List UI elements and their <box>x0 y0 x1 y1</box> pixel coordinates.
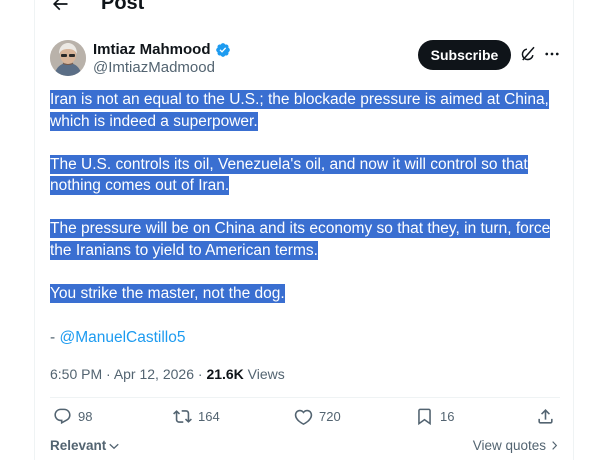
post-time[interactable]: 6:50 PM <box>50 366 102 382</box>
reply-count: 98 <box>78 409 93 424</box>
author-block: Imtiaz Mahmood @ImtiazMadmood <box>93 41 231 76</box>
avatar[interactable] <box>50 40 86 76</box>
post-text-line: You strike the master, not the dog. <box>50 283 285 303</box>
repost-count: 164 <box>198 409 220 424</box>
mention-link[interactable]: @ManuelCastillo5 <box>59 329 185 346</box>
chevron-down-icon <box>109 443 119 449</box>
back-arrow-icon[interactable] <box>50 0 70 14</box>
like-count: 720 <box>319 409 341 424</box>
sort-dropdown[interactable]: Relevant <box>50 438 120 453</box>
page-title: Post <box>101 0 145 14</box>
share-icon <box>538 409 553 424</box>
bookmark-count: 16 <box>440 409 455 424</box>
like-button[interactable]: 720 <box>294 407 341 426</box>
post-paragraph: The U.S. controls its oil, Venezuela's o… <box>50 154 565 197</box>
action-bar: 98 164 720 16 <box>50 407 560 431</box>
share-button[interactable] <box>536 407 555 426</box>
avatar-image <box>50 40 86 76</box>
chevron-right-icon <box>552 441 558 450</box>
verified-badge-icon <box>215 42 230 57</box>
grok-icon[interactable] <box>519 45 537 63</box>
post-meta: 6:50 PM · Apr 12, 2026 · 21.6K Views <box>50 366 285 382</box>
views-count: 21.6K <box>206 366 244 382</box>
post-body: Iran is not an equal to the U.S.; the bl… <box>50 89 565 326</box>
reply-button[interactable]: 98 <box>53 407 92 426</box>
divider <box>50 397 560 398</box>
sort-label: Relevant <box>50 438 107 453</box>
post-column: Post Imtiaz Mahmood @ImtiazMadmood Subsc… <box>34 0 574 460</box>
bookmark-icon <box>418 408 431 426</box>
post-date[interactable]: Apr 12, 2026 <box>114 366 194 382</box>
subscribe-button[interactable]: Subscribe <box>418 40 511 70</box>
repost-icon <box>173 410 192 423</box>
meta-separator: · <box>193 366 207 382</box>
post-paragraph: You strike the master, not the dog. <box>50 283 565 305</box>
views-label: Views <box>243 366 285 382</box>
author-name[interactable]: Imtiaz Mahmood <box>93 41 211 58</box>
mention-line: - @ManuelCastillo5 <box>50 329 185 347</box>
more-icon[interactable] <box>543 45 561 63</box>
like-icon <box>294 409 313 425</box>
meta-separator: · <box>102 366 114 382</box>
post-text-line: Iran is not an equal to the U.S.; the bl… <box>50 90 549 109</box>
view-quotes-label: View quotes <box>472 438 546 453</box>
bookmark-button[interactable]: 16 <box>415 407 454 426</box>
author-handle[interactable]: @ImtiazMadmood <box>93 59 231 76</box>
post-paragraph: The pressure will be on China and its ec… <box>50 218 565 261</box>
post-text-line: which is indeed a superpower. <box>50 111 258 131</box>
view-quotes-link[interactable]: View quotes <box>473 438 560 453</box>
post-text-line: The U.S. controls its oil, Venezuela's o… <box>50 154 528 174</box>
post-header: Post <box>35 0 573 19</box>
post-text-line: nothing comes out of Iran. <box>50 176 230 195</box>
post-text-line: The pressure will be on China and its ec… <box>50 219 551 238</box>
post-paragraph: Iran is not an equal to the U.S.; the bl… <box>50 89 565 132</box>
repost-button[interactable]: 164 <box>173 407 220 426</box>
reply-icon <box>54 408 71 425</box>
post-text-line: the Iranians to yield to American terms. <box>50 240 318 260</box>
